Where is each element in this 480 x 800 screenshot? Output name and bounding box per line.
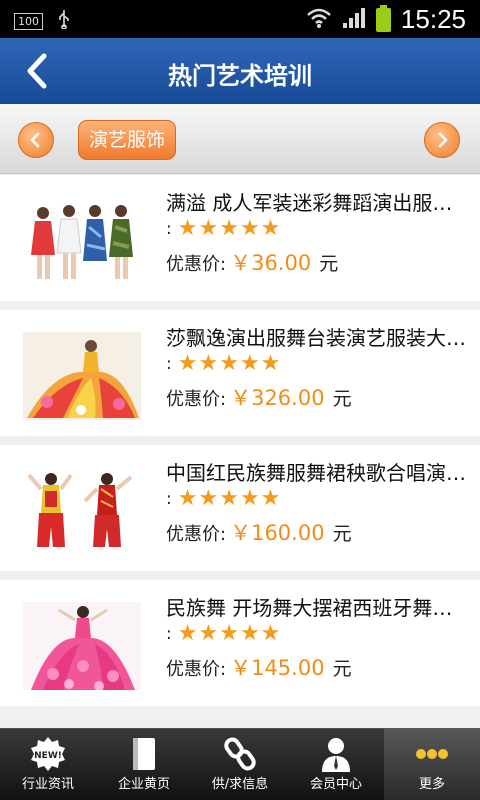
rating-prefix: : (166, 489, 172, 509)
more-dots-icon (412, 735, 452, 773)
star-icon: ★ (177, 486, 198, 511)
star-icon: ★ (177, 621, 198, 646)
product-rating: : ★ ★ ★ ★ ★ (166, 488, 280, 510)
category-bar: 演艺服饰 (0, 104, 480, 174)
bottom-nav: NEW! 行业资讯 企业黄页 供/求信息 会员中心 更多 (0, 728, 480, 800)
rating-prefix: : (166, 219, 172, 239)
product-image (23, 332, 141, 420)
product-title[interactable]: 民族舞 开场舞大摆裙西班牙舞演出服 (166, 592, 466, 621)
product-image (23, 197, 141, 285)
price-label: 优惠价: (166, 524, 227, 545)
product-price-row: 优惠价: ￥160.00 元 (166, 517, 352, 547)
star-icon: ★ (198, 216, 219, 241)
nav-label: 供/求信息 (211, 777, 269, 792)
star-icon: ★ (239, 216, 260, 241)
product-price-row: 优惠价: ￥145.00 元 (166, 652, 352, 682)
svg-text:NEW!: NEW! (34, 751, 62, 761)
price-label: 优惠价: (166, 254, 227, 275)
page-title: 热门艺术培训 (168, 62, 312, 90)
star-icon: ★ (198, 351, 219, 376)
product-price-row: 优惠价: ￥326.00 元 (166, 382, 352, 412)
status-bar: 100 15:25 (0, 0, 480, 38)
usb-icon (57, 9, 71, 33)
star-icon: ★ (219, 216, 239, 241)
product-item[interactable]: 民族舞 开场舞大摆裙西班牙舞演出服 : ★ ★ ★ ★ ★ 优惠价: ￥145.00 元 (0, 580, 480, 706)
link-icon (220, 735, 260, 773)
star-rating: ★ ★ ★ ★ ★ (178, 488, 281, 510)
star-icon: ★ (198, 621, 219, 646)
product-rating: : ★ ★ ★ ★ ★ (166, 218, 280, 240)
star-icon: ★ (260, 486, 281, 511)
arrow-right-icon (438, 132, 448, 148)
nav-label: 会员中心 (309, 777, 362, 792)
star-icon: ★ (219, 621, 239, 646)
price-unit: 元 (332, 388, 352, 410)
product-image (23, 467, 141, 555)
product-price: ￥326.00 (230, 386, 325, 410)
nav-label: 更多 (418, 777, 445, 792)
rating-prefix: : (166, 354, 172, 374)
book-icon (124, 735, 164, 773)
star-icon: ★ (260, 216, 281, 241)
category-prev-button[interactable] (18, 122, 54, 158)
product-item[interactable]: 满溢 成人军装迷彩舞蹈演出服装女兵演出服 : ★★★★★ 优惠价: ￥36.00… (0, 175, 480, 301)
star-icon: ★ (260, 351, 281, 376)
star-rating: ★ ★ ★ ★ ★ (178, 218, 281, 240)
nav-label: 企业黄页 (117, 777, 170, 792)
nav-item-member-center[interactable]: 会员中心 (288, 729, 384, 800)
signal-icon (342, 7, 366, 33)
star-icon: ★ (219, 486, 239, 511)
price-unit: 元 (332, 523, 352, 545)
star-icon: ★ (219, 351, 239, 376)
product-list: 满溢 成人军装迷彩舞蹈演出服装女兵演出服 : ★★★★★ 优惠价: ￥36.00… (0, 175, 480, 715)
star-icon: ★ (177, 351, 198, 376)
product-rating: : ★ ★ ★ ★ ★ (166, 623, 280, 645)
battery-percent-badge: 100 (14, 12, 43, 30)
battery-icon (375, 4, 391, 32)
star-icon: ★ (198, 486, 219, 511)
product-rating: : ★ ★ ★ ★ ★ (166, 353, 280, 375)
product-price-row: 优惠价: ￥36.00 元 (166, 247, 338, 277)
clock: 15:25 (400, 4, 466, 34)
product-price: ￥160.00 (230, 521, 325, 545)
arrow-left-icon (30, 132, 40, 148)
star-rating: ★ ★ ★ ★ ★ (178, 623, 281, 645)
title-bar: 热门艺术培训 (0, 38, 480, 104)
rating-prefix: : (166, 624, 172, 644)
product-item[interactable]: 中国红民族舞服舞裙秧歌合唱演出服 : ★ ★ ★ ★ ★ 优惠价: ￥160.00 元 (0, 445, 480, 571)
product-image (23, 602, 141, 690)
star-icon: ★ (239, 621, 260, 646)
price-unit: 元 (332, 658, 352, 680)
nav-item-industry-news[interactable]: NEW! 行业资讯 (0, 729, 96, 800)
product-item[interactable]: 莎飘逸演出服舞台装演艺服装大摆裙 : ★ ★ ★ ★ ★ 优惠价: ￥326.00 元 (0, 310, 480, 436)
category-chip-selected[interactable]: 演艺服饰 (78, 120, 177, 160)
price-label: 优惠价: (166, 389, 227, 410)
star-icon: ★ (239, 351, 260, 376)
nav-item-yellow-pages[interactable]: 企业黄页 (96, 729, 192, 800)
star-icon: ★ (260, 621, 281, 646)
star-icon: ★ (239, 486, 260, 511)
product-title[interactable]: 中国红民族舞服舞裙秧歌合唱演出服 (166, 457, 466, 486)
nav-item-more[interactable]: 更多 (384, 729, 480, 800)
nav-label: 行业资讯 (21, 777, 74, 792)
user-icon (316, 735, 356, 773)
new-badge-icon: NEW! (28, 735, 68, 773)
star-icon: ★ (177, 216, 198, 241)
product-price: ￥36.00 (230, 251, 312, 275)
wifi-icon (306, 7, 332, 33)
product-price: ￥145.00 (230, 656, 325, 680)
price-unit: 元 (319, 253, 339, 275)
price-label: 优惠价: (166, 659, 227, 680)
category-next-button[interactable] (424, 122, 460, 158)
product-title[interactable]: 满溢 成人军装迷彩舞蹈演出服装女兵演出服 (166, 187, 466, 216)
star-rating: ★ ★ ★ ★ ★ (178, 353, 281, 375)
product-title[interactable]: 莎飘逸演出服舞台装演艺服装大摆裙 (166, 322, 466, 351)
nav-item-supply-demand[interactable]: 供/求信息 (192, 729, 288, 800)
